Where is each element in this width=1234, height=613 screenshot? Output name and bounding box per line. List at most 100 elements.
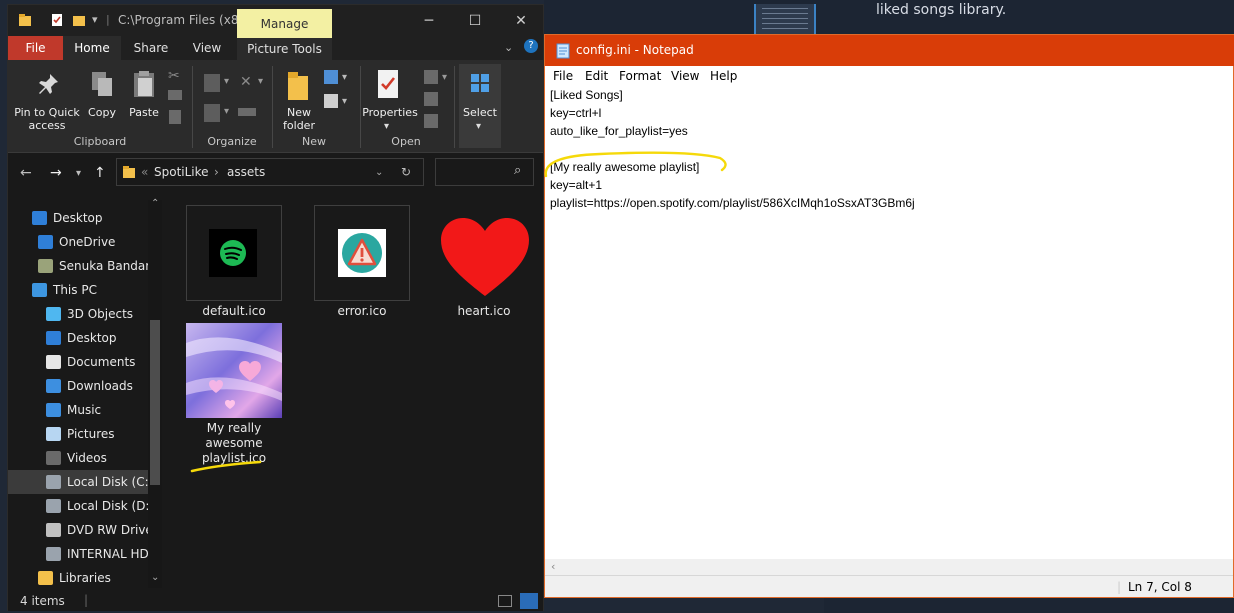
help-icon[interactable]: ? <box>524 39 538 53</box>
close-button[interactable]: ✕ <box>498 9 544 33</box>
new-folder-icon <box>288 72 308 100</box>
up-icon[interactable]: ↑ <box>94 165 106 181</box>
copy-to-icon[interactable] <box>204 104 220 122</box>
nav-item[interactable]: This PC <box>8 278 148 302</box>
copy-button[interactable]: Copy <box>84 106 120 119</box>
new-folder-icon[interactable] <box>72 13 86 27</box>
scroll-down-icon[interactable]: ⌄ <box>151 572 159 583</box>
pin-icon <box>39 74 58 94</box>
breadcrumb-spotilike[interactable]: SpotiLike <box>154 165 209 179</box>
file-thumbnail <box>436 205 532 301</box>
menu-edit[interactable]: Edit <box>585 69 608 83</box>
minimize-button[interactable]: ─ <box>406 9 452 33</box>
scroll-left-icon[interactable]: ‹ <box>551 560 555 573</box>
nav-item[interactable]: DVD RW Drive <box>8 518 148 542</box>
tab-home[interactable]: Home <box>63 36 121 60</box>
nav-item[interactable]: Downloads <box>8 374 148 398</box>
select-dropdown-icon: ▾ <box>476 121 482 132</box>
easy-access-icon[interactable] <box>324 94 338 108</box>
notepad-titlebar[interactable]: config.ini - Notepad <box>545 35 1234 66</box>
properties-button[interactable]: Properties <box>362 106 418 119</box>
forward-icon[interactable]: → <box>50 165 62 181</box>
easy-access-dropdown-icon: ▾ <box>342 96 348 107</box>
nav-item[interactable]: Documents <box>8 350 148 374</box>
large-icons-view-icon[interactable] <box>520 593 538 609</box>
notepad-hscrollbar[interactable]: ‹ <box>545 559 1233 575</box>
edit-icon[interactable] <box>424 92 438 106</box>
explorer-titlebar[interactable]: ▾ | C:\Program Files (x8... Manage ─ ☐ ✕ <box>8 5 544 39</box>
properties-dropdown-icon[interactable]: ▾ <box>384 121 389 132</box>
new-item-icon[interactable] <box>324 70 338 84</box>
nav-scrollbar[interactable]: ⌃ ⌄ <box>148 198 162 588</box>
nav-item[interactable]: Music <box>8 398 148 422</box>
computer-icon <box>32 283 47 297</box>
move-to-icon[interactable] <box>204 74 220 92</box>
nav-item-label: OneDrive <box>59 235 116 249</box>
properties-icon[interactable] <box>50 13 64 27</box>
delete-icon[interactable]: ✕ <box>240 74 252 90</box>
menu-help[interactable]: Help <box>710 69 737 83</box>
warning-icon <box>338 229 386 277</box>
menu-format[interactable]: Format <box>619 69 661 83</box>
file-item[interactable]: heart.ico <box>436 205 532 319</box>
tab-share[interactable]: Share <box>128 36 174 60</box>
nav-item[interactable]: OneDrive <box>8 230 148 254</box>
item-count: 4 items <box>20 594 65 608</box>
select-button[interactable]: Select ▾ <box>459 64 501 148</box>
paste-button[interactable]: Paste <box>124 106 164 119</box>
file-item[interactable]: error.ico <box>314 205 410 319</box>
menu-file[interactable]: File <box>553 69 573 83</box>
nav-item[interactable]: Pictures <box>8 422 148 446</box>
document-icon <box>46 355 61 369</box>
nav-item[interactable]: Local Disk (D:) <box>8 494 148 518</box>
copy-path-icon[interactable] <box>168 90 182 100</box>
download-arrow-icon <box>46 379 61 393</box>
notepad-icon <box>556 43 570 59</box>
new-folder-button[interactable]: New folder <box>274 106 324 132</box>
search-input[interactable]: ⌕ <box>435 158 534 186</box>
file-item[interactable]: default.ico <box>186 205 282 319</box>
ribbon-divider <box>272 66 273 148</box>
spotify-icon <box>209 229 257 277</box>
nav-scroll-thumb[interactable] <box>150 320 160 485</box>
nav-item[interactable]: 3D Objects <box>8 302 148 326</box>
nav-item[interactable]: Desktop <box>8 326 148 350</box>
paste-shortcut-icon[interactable] <box>169 110 181 124</box>
search-icon: ⌕ <box>514 163 522 178</box>
pin-to-quick-access-button[interactable]: Pin to Quick access <box>14 106 80 132</box>
tab-file[interactable]: File <box>8 36 63 60</box>
address-dropdown-icon[interactable]: ⌄ <box>375 167 383 178</box>
nav-item[interactable]: Videos <box>8 446 148 470</box>
refresh-icon[interactable]: ↻ <box>401 165 411 179</box>
breadcrumb-separator-icon[interactable]: › <box>214 165 219 179</box>
menu-view[interactable]: View <box>671 69 699 83</box>
group-new-label: New <box>302 135 326 148</box>
history-icon[interactable] <box>424 114 438 128</box>
nav-item[interactable]: Senuka Bandara <box>8 254 148 278</box>
breadcrumb-overflow-icon[interactable]: « <box>141 165 148 179</box>
cut-icon[interactable]: ✂ <box>168 68 180 84</box>
notepad-window: config.ini - Notepad File Edit Format Vi… <box>544 34 1234 598</box>
nav-item[interactable]: Libraries <box>8 566 148 590</box>
scroll-up-icon[interactable]: ⌃ <box>151 198 159 209</box>
ribbon-divider <box>454 66 455 148</box>
back-icon[interactable]: ← <box>20 165 32 181</box>
open-icon[interactable] <box>424 70 438 84</box>
details-view-icon[interactable] <box>498 595 512 607</box>
file-item[interactable]: My really awesome playlist.ico <box>186 323 282 466</box>
nav-item[interactable]: Desktop <box>8 206 148 230</box>
qat-dropdown-icon[interactable]: ▾ <box>92 13 98 26</box>
ribbon-expand-icon[interactable]: ⌄ <box>504 41 513 54</box>
contextual-tab-manage[interactable]: Manage <box>237 9 332 39</box>
tab-picture-tools[interactable]: Picture Tools <box>237 36 332 60</box>
address-bar[interactable]: « SpotiLike › assets ⌄ ↻ <box>116 158 424 186</box>
nav-item[interactable]: INTERNAL HDD <box>8 542 148 566</box>
nav-item[interactable]: Local Disk (C:) <box>8 470 150 494</box>
recent-locations-icon[interactable]: ▾ <box>76 168 81 179</box>
nav-item-label: Downloads <box>67 379 133 393</box>
notepad-text-area[interactable]: [Liked Songs] key=ctrl+l auto_like_for_p… <box>545 86 1233 559</box>
breadcrumb-assets[interactable]: assets <box>227 165 265 179</box>
tab-view[interactable]: View <box>184 36 230 60</box>
maximize-button[interactable]: ☐ <box>452 9 498 33</box>
rename-icon[interactable] <box>238 108 256 116</box>
